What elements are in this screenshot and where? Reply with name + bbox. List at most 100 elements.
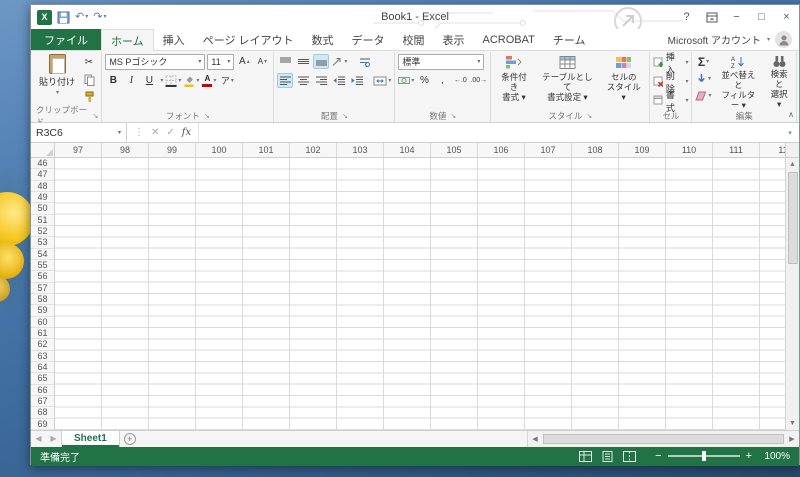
drag-handle-icon[interactable]: ⋮ <box>134 127 144 138</box>
row-header-59[interactable]: 59 <box>31 305 54 317</box>
phonetic-guide-button[interactable]: ア ▾ <box>219 73 235 88</box>
conditional-formatting-button[interactable]: 条件付き 書式 ▾ <box>494 53 534 102</box>
zoom-slider-thumb[interactable] <box>701 451 706 462</box>
page-layout-view-button[interactable] <box>598 449 617 464</box>
row-header-60[interactable]: 60 <box>31 317 54 328</box>
column-header-103[interactable]: 103 <box>337 143 384 157</box>
decrease-font-size-button[interactable]: A ▾ <box>254 54 270 69</box>
page-break-preview-button[interactable] <box>620 449 639 464</box>
tab-チーム[interactable]: チーム <box>544 29 595 50</box>
align-top-button[interactable] <box>277 54 293 69</box>
row-header-62[interactable]: 62 <box>31 339 54 351</box>
cut-button[interactable]: ✂ <box>81 55 97 70</box>
dialog-launcher-icon[interactable]: ↘ <box>93 112 99 120</box>
row-header-57[interactable]: 57 <box>31 283 54 294</box>
save-button[interactable] <box>57 11 70 24</box>
row-header-58[interactable]: 58 <box>31 294 54 306</box>
row-header-55[interactable]: 55 <box>31 260 54 272</box>
row-header-47[interactable]: 47 <box>31 169 54 181</box>
dialog-launcher-icon[interactable]: ↘ <box>450 112 456 120</box>
align-bottom-button[interactable] <box>313 54 330 69</box>
row-header-68[interactable]: 68 <box>31 407 54 419</box>
row-header-61[interactable]: 61 <box>31 328 54 340</box>
borders-button[interactable]: ▾ <box>165 73 181 88</box>
close-button[interactable]: × <box>774 5 799 29</box>
copy-button[interactable] <box>81 72 97 87</box>
minimize-button[interactable]: − <box>724 5 749 29</box>
tab-数式[interactable]: 数式 <box>303 29 343 50</box>
column-header-101[interactable]: 101 <box>243 143 290 157</box>
row-header-49[interactable]: 49 <box>31 192 54 204</box>
row-header-69[interactable]: 69 <box>31 419 54 430</box>
redo-button[interactable]: ↷ ▾ <box>93 11 106 23</box>
zoom-slider[interactable] <box>667 451 740 462</box>
row-header-56[interactable]: 56 <box>31 271 54 283</box>
tab-file[interactable]: ファイル <box>31 29 101 50</box>
increase-indent-button[interactable] <box>349 73 365 88</box>
fill-button[interactable]: ▾ <box>695 71 711 86</box>
enter-button[interactable]: ✓ <box>166 127 174 138</box>
column-header-99[interactable]: 99 <box>149 143 196 157</box>
expand-formula-bar-button[interactable]: ▾ <box>781 123 799 142</box>
column-header-111[interactable]: 111 <box>713 143 760 157</box>
column-header-102[interactable]: 102 <box>290 143 337 157</box>
paste-button[interactable]: 貼り付け ▾ <box>36 53 78 96</box>
scroll-right-icon[interactable]: ▶ <box>785 435 799 443</box>
autosum-button[interactable]: Σ ▾ <box>695 54 711 69</box>
align-left-button[interactable] <box>277 73 294 88</box>
maximize-button[interactable]: □ <box>749 5 774 29</box>
column-header-107[interactable]: 107 <box>525 143 572 157</box>
column-header-100[interactable]: 100 <box>196 143 243 157</box>
font-name-select[interactable]: MS Pゴシック ▾ <box>105 53 206 70</box>
sheet-nav-next-icon[interactable]: ▶ <box>46 431 61 447</box>
help-button[interactable]: ? <box>674 5 699 29</box>
column-header-109[interactable]: 109 <box>619 143 666 157</box>
select-all-button[interactable] <box>31 143 55 157</box>
tab-ACROBAT[interactable]: ACROBAT <box>474 29 544 50</box>
tab-表示[interactable]: 表示 <box>434 29 474 50</box>
row-header-51[interactable]: 51 <box>31 215 54 226</box>
excel-logo-icon[interactable]: X <box>37 9 52 25</box>
column-header-110[interactable]: 110 <box>666 143 713 157</box>
dialog-launcher-icon[interactable]: ↘ <box>586 112 592 120</box>
font-color-button[interactable]: A ▾ <box>201 73 217 88</box>
row-header-52[interactable]: 52 <box>31 226 54 238</box>
decrease-decimal-button[interactable]: .00→ <box>470 73 487 88</box>
row-header-65[interactable]: 65 <box>31 373 54 385</box>
zoom-level[interactable]: 100% <box>758 451 790 462</box>
font-size-select[interactable]: 11 ▾ <box>207 53 235 70</box>
tab-校閲[interactable]: 校閲 <box>394 29 434 50</box>
tab-データ[interactable]: データ <box>343 29 394 50</box>
scroll-down-icon[interactable]: ▼ <box>786 417 799 430</box>
undo-button[interactable]: ↶ ▾ <box>75 11 88 23</box>
fill-color-button[interactable]: ▾ <box>183 73 199 88</box>
row-header-53[interactable]: 53 <box>31 237 54 249</box>
collapse-ribbon-button[interactable]: ∧ <box>788 110 794 119</box>
scroll-up-icon[interactable]: ▲ <box>786 158 799 171</box>
cell-grid[interactable] <box>55 158 785 430</box>
format-painter-button[interactable] <box>81 89 97 104</box>
vertical-scroll-thumb[interactable] <box>787 172 798 264</box>
increase-decimal-button[interactable]: ←.0 <box>452 73 468 88</box>
vertical-scrollbar[interactable]: ▲ ▼ <box>785 158 799 430</box>
orientation-button[interactable]: ▾ <box>331 54 347 69</box>
row-header-63[interactable]: 63 <box>31 351 54 362</box>
increase-font-size-button[interactable]: A ▴ <box>236 54 252 69</box>
column-header-106[interactable]: 106 <box>478 143 525 157</box>
percent-style-button[interactable]: % <box>416 73 432 88</box>
zoom-out-button[interactable]: − <box>655 450 661 462</box>
dialog-launcher-icon[interactable]: ↘ <box>342 112 348 120</box>
new-sheet-button[interactable]: + <box>120 431 140 447</box>
wrap-text-button[interactable] <box>357 54 373 69</box>
find-select-button[interactable]: 検索と 選択 ▾ <box>765 53 793 109</box>
horizontal-scroll-thumb[interactable] <box>543 433 784 444</box>
bold-button[interactable]: B <box>105 73 121 88</box>
comma-style-button[interactable]: , <box>434 73 450 88</box>
sort-filter-button[interactable]: A Z 並べ替えと フィルター ▾ <box>715 53 763 110</box>
row-header-67[interactable]: 67 <box>31 396 54 408</box>
align-right-button[interactable] <box>313 73 329 88</box>
tab-挿入[interactable]: 挿入 <box>154 29 194 50</box>
normal-view-button[interactable] <box>576 449 595 464</box>
sheet-tab-sheet1[interactable]: Sheet1 <box>61 430 120 447</box>
underline-button[interactable]: U <box>141 73 157 88</box>
